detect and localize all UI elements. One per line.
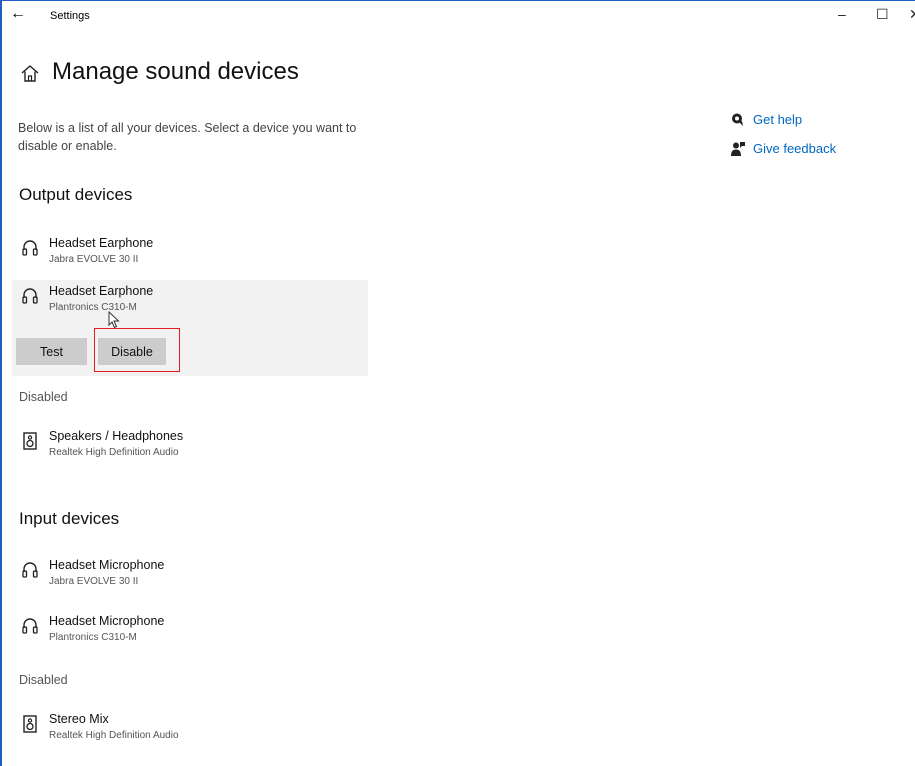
give-feedback-label: Give feedback (753, 141, 837, 156)
input-device-item[interactable]: Headset Microphone Jabra EVOLVE 30 II (12, 554, 368, 604)
device-description: Plantronics C310-M (49, 302, 137, 313)
close-button[interactable]: ✕ (909, 5, 915, 23)
headphones-icon (22, 562, 38, 578)
device-name: Stereo Mix (49, 712, 109, 726)
minimize-button[interactable]: – (838, 5, 846, 23)
window-border-left (0, 0, 2, 766)
input-disabled-device-item[interactable]: Stereo Mix Realtek High Definition Audio (12, 708, 368, 758)
output-device-item-selected[interactable]: Headset Earphone Plantronics C310-M Test… (12, 280, 368, 376)
help-chat-icon (732, 113, 743, 126)
speaker-icon (23, 715, 37, 733)
output-devices-heading: Output devices (19, 185, 133, 204)
device-description: Jabra EVOLVE 30 II (49, 576, 139, 587)
device-name: Headset Microphone (49, 558, 165, 572)
speaker-icon (23, 432, 37, 450)
output-device-item[interactable]: Headset Earphone Jabra EVOLVE 30 II (12, 232, 368, 282)
input-device-item[interactable]: Headset Microphone Plantronics C310-M (12, 610, 368, 660)
page-description: Below is a list of all your devices. Sel… (18, 121, 357, 153)
output-disabled-label: Disabled (19, 390, 68, 404)
maximize-button[interactable]: ☐ (876, 5, 889, 23)
device-name: Speakers / Headphones (49, 429, 184, 443)
headphones-icon (22, 288, 38, 304)
device-description: Jabra EVOLVE 30 II (49, 254, 139, 265)
window-title: Settings (50, 10, 90, 22)
test-button[interactable]: Test (16, 338, 87, 365)
mouse-cursor-icon (108, 311, 120, 329)
input-devices-heading: Input devices (19, 509, 120, 528)
feedback-person-icon (731, 142, 745, 156)
device-name: Headset Earphone (49, 284, 154, 298)
device-name: Headset Earphone (49, 236, 154, 250)
device-description: Plantronics C310-M (49, 632, 137, 643)
home-icon[interactable] (20, 63, 40, 85)
input-disabled-label: Disabled (19, 673, 68, 687)
title-bar: ← Settings – ☐ ✕ (2, 1, 915, 33)
headphones-icon (22, 618, 38, 634)
device-description: Realtek High Definition Audio (49, 730, 179, 741)
get-help-label: Get help (753, 112, 803, 127)
highlight-box (94, 328, 180, 372)
headphones-icon (22, 240, 38, 256)
device-description: Realtek High Definition Audio (49, 447, 179, 458)
page-title: Manage sound devices (52, 58, 299, 85)
output-disabled-device-item[interactable]: Speakers / Headphones Realtek High Defin… (12, 425, 368, 475)
back-arrow-icon[interactable]: ← (10, 6, 26, 22)
device-name: Headset Microphone (49, 614, 165, 628)
